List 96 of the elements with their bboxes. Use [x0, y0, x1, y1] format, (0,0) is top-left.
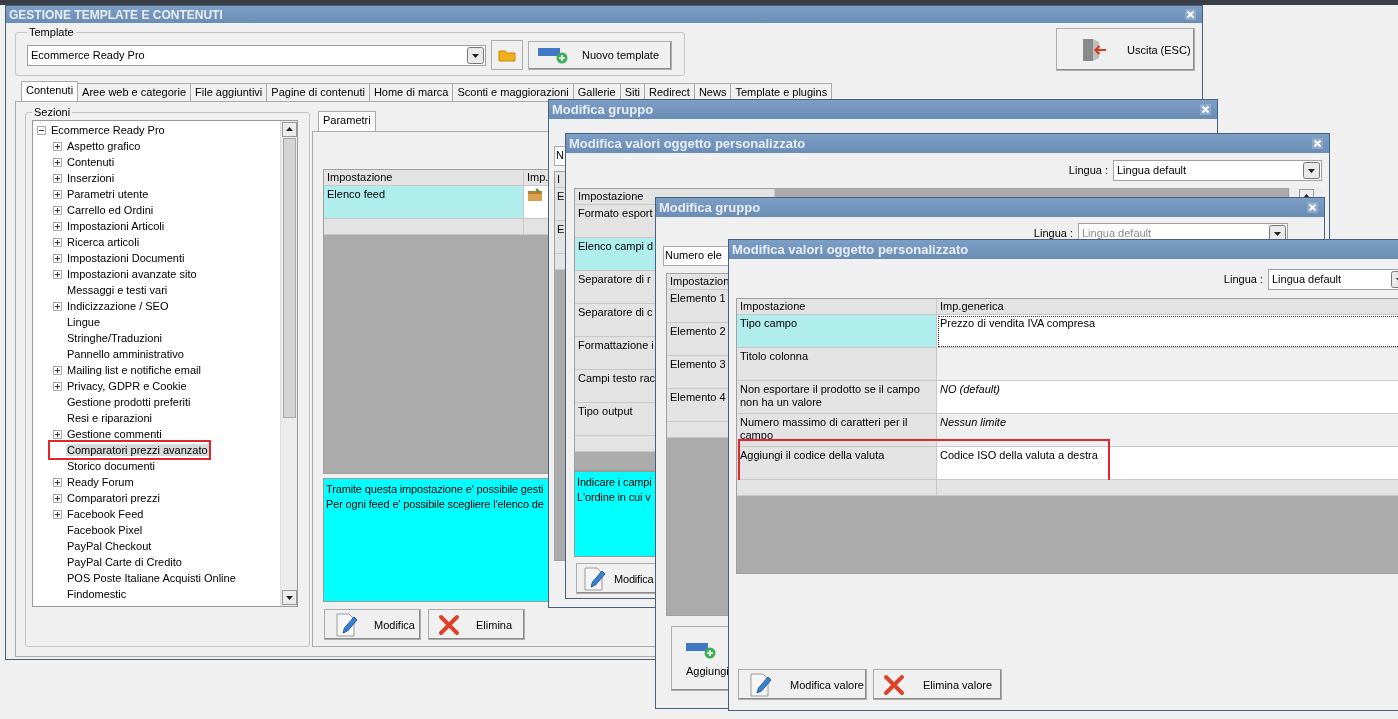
dialog-title: Modifica valori oggetto personalizzato [569, 136, 806, 151]
tree-item[interactable]: Parametri utente [66, 188, 150, 200]
delete-button[interactable]: Elimina valore [873, 669, 1002, 700]
field-label: Lingua : [1033, 227, 1073, 239]
expand-icon[interactable] [53, 237, 62, 247]
expand-icon[interactable] [53, 253, 62, 263]
scroll-down-icon[interactable] [281, 590, 297, 605]
folder-icon [498, 48, 516, 62]
expand-icon[interactable] [53, 141, 62, 151]
tree-item[interactable]: Mailing list e notifiche email [66, 364, 202, 376]
expand-icon[interactable] [53, 221, 62, 231]
table-cell[interactable]: Aggiungi il codice della valuta [737, 447, 937, 480]
dialog-title: Modifica gruppo [552, 102, 654, 117]
tree-item[interactable]: Storico documenti [66, 460, 157, 472]
expand-icon[interactable] [53, 301, 62, 311]
expand-icon[interactable] [53, 493, 62, 503]
expand-icon[interactable] [53, 189, 62, 199]
tree-item[interactable]: Carrello ed Ordini [66, 204, 155, 216]
tree-item[interactable]: Contenuti [66, 156, 116, 168]
edit-icon [582, 565, 606, 592]
table-cell: Codice ISO della valuta a destra [937, 447, 1398, 480]
expand-icon[interactable] [53, 509, 62, 519]
field-label: Lingua : [1223, 273, 1263, 285]
tree-item[interactable]: Resi e riparazioni [66, 412, 153, 424]
edit-icon [334, 611, 358, 638]
tab[interactable]: File aggiuntivi [190, 83, 268, 101]
collapse-icon[interactable] [37, 125, 46, 135]
table-cell[interactable]: Non esportare il prodotto se il campo non ha un valore [737, 381, 937, 414]
scroll-thumb[interactable] [282, 138, 296, 418]
add-icon [686, 640, 716, 659]
edit-button[interactable]: Modifica valore [738, 669, 867, 700]
expand-icon[interactable] [53, 157, 62, 167]
add-icon [538, 46, 568, 64]
tree-item[interactable]: PayPal Checkout [66, 540, 153, 552]
tree-item[interactable]: Impostazioni Documenti [66, 252, 186, 264]
tab[interactable]: Pagine di contenuti [266, 83, 370, 101]
table-cell: NO (default) [937, 381, 1398, 414]
table-cell: Prezzo di vendita IVA compresa [937, 315, 1398, 348]
scrollbar[interactable] [280, 121, 297, 606]
tree-item[interactable]: Ready Forum [66, 476, 135, 488]
expand-icon[interactable] [53, 365, 62, 375]
tree-item[interactable]: Inserzioni [66, 172, 116, 184]
column-header: Imp.generica [937, 299, 1398, 315]
tree-item[interactable]: Gestione prodotti preferiti [66, 396, 192, 408]
tab[interactable]: Contenuti [21, 81, 79, 101]
template-dropdown[interactable]: Ecommerce Ready Pro [27, 44, 486, 66]
tree-item[interactable]: Pannello amministrativo [66, 348, 185, 360]
expand-icon[interactable] [53, 381, 62, 391]
delete-icon [883, 673, 905, 696]
tab[interactable]: Aree web e categorie [77, 83, 192, 101]
group-label: Template [28, 26, 75, 38]
tree-item[interactable]: Lingue [66, 316, 102, 328]
tab[interactable]: Sconti e maggiorazioni [452, 83, 574, 101]
tree-item[interactable]: Comparatori prezzi avanzato [66, 444, 209, 456]
table-cell[interactable]: Titolo colonna [737, 348, 937, 381]
tree-item[interactable]: Comparatori prezzi [66, 492, 161, 504]
table-cell[interactable]: Numero massimo di caratteri per il campo [737, 414, 937, 447]
delete-button[interactable]: Elimina [428, 609, 525, 640]
tree-item[interactable]: Facebook Feed [66, 508, 145, 520]
edit-button[interactable]: Modifica [324, 609, 421, 640]
field-label: Lingua : [1068, 164, 1108, 176]
expand-icon[interactable] [53, 173, 62, 183]
tree-item[interactable]: Impostazioni avanzate sito [66, 268, 198, 280]
delete-icon [438, 613, 460, 636]
column-header: Impostazione [324, 170, 524, 186]
tree-item[interactable]: Indicizzazione / SEO [66, 300, 170, 312]
tree-item[interactable]: Privacy, GDPR e Cookie [66, 380, 188, 392]
expand-icon[interactable] [53, 205, 62, 215]
table-cell: Nessun limite [937, 414, 1398, 447]
expand-icon[interactable] [53, 477, 62, 487]
tree-item[interactable]: Messaggi e testi vari [66, 284, 169, 296]
window-title: GESTIONE TEMPLATE E CONTENUTI [9, 7, 223, 22]
new-template-button[interactable]: Nuovo template [528, 40, 672, 70]
table-cell[interactable]: Tipo campo [737, 315, 937, 348]
tree-item[interactable]: Ecommerce Ready Pro [50, 124, 166, 136]
column-header: Impostazione [737, 299, 937, 315]
tree-item[interactable]: POS Poste Italiane Acquisti Online [66, 572, 237, 584]
edit-icon [748, 671, 772, 698]
tree-item[interactable]: Stringhe/Traduzioni [66, 332, 163, 344]
tree-item[interactable]: Facebook Pixel [66, 524, 144, 536]
exit-button[interactable]: Uscita (ESC) [1056, 28, 1195, 71]
tab[interactable]: Parametri [318, 111, 376, 131]
tree-item[interactable]: Ricerca articoli [66, 236, 141, 248]
group-label: Sezioni [33, 106, 72, 118]
table-cell[interactable]: Elenco feed [324, 186, 524, 219]
language-dropdown[interactable]: Lingua default [1268, 268, 1398, 290]
tree-item[interactable]: Impostazioni Articoli [66, 220, 166, 232]
expand-icon[interactable] [53, 429, 62, 439]
language-dropdown[interactable]: Lingua default [1113, 159, 1322, 181]
tree-item[interactable]: Aspetto grafico [66, 140, 142, 152]
expand-icon[interactable] [53, 269, 62, 279]
tree-item[interactable]: Findomestic [66, 588, 128, 600]
tree-item[interactable]: Gestione commenti [66, 428, 163, 440]
scroll-up-icon[interactable] [281, 122, 297, 137]
box-icon [527, 188, 543, 202]
tree-item[interactable]: PayPal Carte di Credito [66, 556, 183, 568]
